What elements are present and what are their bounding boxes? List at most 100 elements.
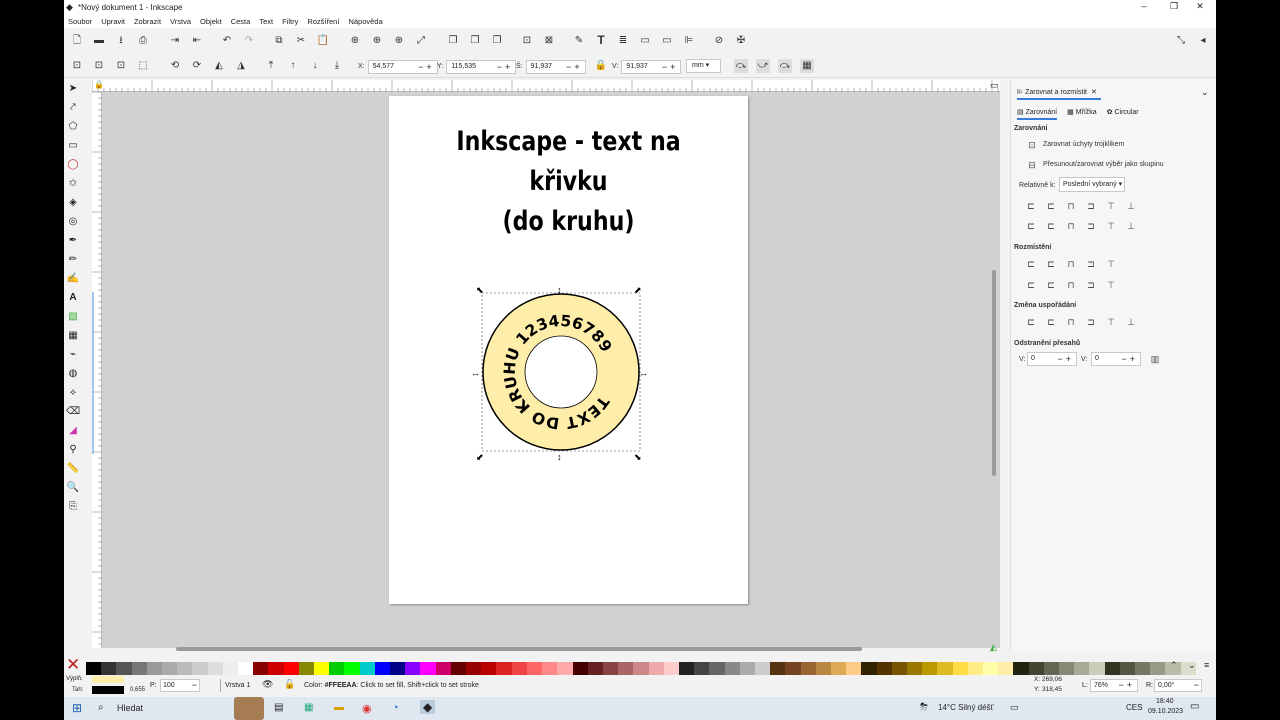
horizontal-scrollbar[interactable] <box>176 647 862 651</box>
subtab-mrizka[interactable]: ▦ Mřížka <box>1067 108 1097 120</box>
opacity-input[interactable]: 100 − <box>160 679 200 692</box>
redo-icon[interactable]: ↷ <box>242 34 256 48</box>
group-icon[interactable]: ⊡ <box>520 34 534 48</box>
menu-upravit[interactable]: Upravit <box>101 17 125 26</box>
palette-swatch[interactable] <box>1074 662 1090 675</box>
duplicate-icon[interactable]: ❐ <box>446 34 460 48</box>
menu-filtry[interactable]: Filtry <box>282 17 298 26</box>
palette-swatch[interactable] <box>1150 662 1166 675</box>
weather[interactable]: 14°C Silný déšť <box>938 703 994 712</box>
dock-tab-close-icon[interactable]: ✕ <box>1091 88 1097 96</box>
palette-menu-icon[interactable]: ≡ <box>1204 660 1209 670</box>
palette-swatch[interactable] <box>496 662 512 675</box>
raise-icon[interactable]: ↑ <box>286 59 300 73</box>
lower-icon[interactable]: ↓ <box>308 59 322 73</box>
menu-objekt[interactable]: Objekt <box>200 17 222 26</box>
clone-icon[interactable]: ❐ <box>468 34 482 48</box>
unit-select[interactable]: mm ▾ <box>686 59 721 73</box>
clock-date[interactable]: 09.10.2023 <box>1148 708 1183 715</box>
palette-swatch[interactable] <box>1104 662 1120 675</box>
palette-swatch[interactable] <box>982 662 999 675</box>
touch-select-icon[interactable]: ⬚ <box>136 59 150 73</box>
rotate-cw-icon[interactable]: ⟳ <box>190 59 204 73</box>
save-icon[interactable]: ⭳ <box>114 34 128 48</box>
pen-tool-icon[interactable]: ✒ <box>66 234 80 248</box>
palette-swatch[interactable] <box>830 662 847 675</box>
align-button-1-0-icon[interactable]: ⊏ <box>1025 220 1037 232</box>
palette-swatch[interactable] <box>952 662 968 675</box>
overlap-h-input[interactable]: 0 −+ <box>1027 352 1077 366</box>
zoom-stepper-icon[interactable]: −+ <box>1118 680 1135 691</box>
measure-tool-icon[interactable]: 📏 <box>66 462 80 476</box>
palette-swatch[interactable] <box>162 662 178 675</box>
node-tool-icon[interactable]: ⤤ <box>66 101 80 115</box>
color-management-icon[interactable]: ◭ <box>990 642 997 653</box>
palette-swatch[interactable] <box>207 662 223 675</box>
tray-apps-icon[interactable]: ▭ <box>1010 702 1019 713</box>
edge-icon[interactable]: ◔ <box>392 702 399 714</box>
palette-swatch[interactable] <box>314 662 330 675</box>
palette-swatch[interactable] <box>572 662 588 675</box>
ungroup-icon[interactable]: ⊠ <box>542 34 556 48</box>
document-properties-icon[interactable]: ⊘ <box>712 34 726 48</box>
lpe-tool-icon[interactable]: ⚲ <box>66 443 80 457</box>
scale-corners-icon[interactable]: ⤻ <box>756 59 770 73</box>
height-input[interactable]: 91,937 −+ <box>621 59 682 74</box>
palette-swatch[interactable] <box>876 662 892 675</box>
palette-swatch[interactable] <box>906 662 923 675</box>
align-button-4-5-icon[interactable]: ⊥ <box>1125 316 1137 328</box>
palette-swatch[interactable] <box>268 662 284 675</box>
paste-icon[interactable]: 📋 <box>316 34 330 48</box>
selector-tool-icon[interactable]: ➤ <box>66 82 80 96</box>
clock-time[interactable]: 18:40 <box>1156 698 1174 705</box>
palette-swatch[interactable] <box>587 662 603 675</box>
relative-to-select[interactable]: Poslední vybraný ▾ <box>1059 177 1125 192</box>
transform-patterns-icon[interactable]: ▦ <box>800 59 814 73</box>
menu-zobrazit[interactable]: Zobrazit <box>134 17 161 26</box>
palette-swatch[interactable] <box>1013 662 1029 675</box>
align-button-4-0-icon[interactable]: ⊏ <box>1025 316 1037 328</box>
current-layer[interactable]: Vrstva 1 <box>220 679 250 692</box>
align-button-0-1-icon[interactable]: ⊏ <box>1045 200 1057 212</box>
align-button-3-0-icon[interactable]: ⊏ <box>1025 279 1037 291</box>
palette-swatch[interactable] <box>435 662 451 675</box>
x-input[interactable]: 54,577 −+ <box>367 59 438 74</box>
no-paint-icon[interactable]: ✕ <box>66 656 80 673</box>
pages-tool-icon[interactable]: ⎘ <box>66 500 80 514</box>
vertical-ruler[interactable] <box>92 91 102 648</box>
y-stepper-icon[interactable]: −+ <box>497 61 514 73</box>
palette-swatch[interactable] <box>861 662 877 675</box>
x-stepper-icon[interactable]: −+ <box>418 61 435 73</box>
flip-horizontal-icon[interactable]: ◭ <box>212 59 226 73</box>
palette-swatch[interactable] <box>770 662 786 675</box>
palette-swatch[interactable] <box>998 662 1014 675</box>
palette-swatch[interactable] <box>390 662 406 675</box>
option-move-as-group[interactable]: Přesunout/zarovnat výběr jako skupinu <box>1043 161 1164 168</box>
palette-swatch[interactable] <box>557 662 573 675</box>
rotate-input[interactable]: 0,00° − <box>1154 679 1202 692</box>
overlap-v-input[interactable]: 0 −+ <box>1091 352 1141 366</box>
lower-bottom-icon[interactable]: ⤓ <box>330 59 344 73</box>
align-button-2-3-icon[interactable]: ⊐ <box>1085 258 1097 270</box>
rotate-minus-icon[interactable]: − <box>1194 680 1199 691</box>
objects-icon[interactable]: ▭ <box>660 34 674 48</box>
palette-swatch[interactable] <box>466 662 482 675</box>
task-view-icon[interactable]: ▤ <box>274 702 283 713</box>
vertical-scrollbar[interactable] <box>992 270 996 476</box>
ruler-lock-icon[interactable]: 🔒 <box>94 80 104 89</box>
palette-swatch[interactable] <box>116 662 132 675</box>
chrome-icon[interactable]: ◉ <box>362 702 372 715</box>
menu-cesta[interactable]: Cesta <box>231 17 251 26</box>
commands-bar-icon[interactable]: ⤡ <box>1174 34 1188 48</box>
palette-swatch[interactable] <box>602 662 619 675</box>
palette-swatch[interactable] <box>800 662 816 675</box>
calculator-icon[interactable]: ▦ <box>304 702 313 713</box>
overlap-v-stepper-icon[interactable]: −+ <box>1121 353 1138 365</box>
select-all-layers-icon[interactable]: ⊡ <box>92 59 106 73</box>
layer-visibility-icon[interactable]: 👁 <box>262 679 273 690</box>
palette-swatch[interactable] <box>891 662 907 675</box>
horizontal-ruler[interactable] <box>91 80 1000 92</box>
palette-swatch[interactable] <box>1043 662 1059 675</box>
export-icon[interactable]: ⇤ <box>190 34 204 48</box>
zoom-width-icon[interactable]: ⤢ <box>414 34 428 48</box>
